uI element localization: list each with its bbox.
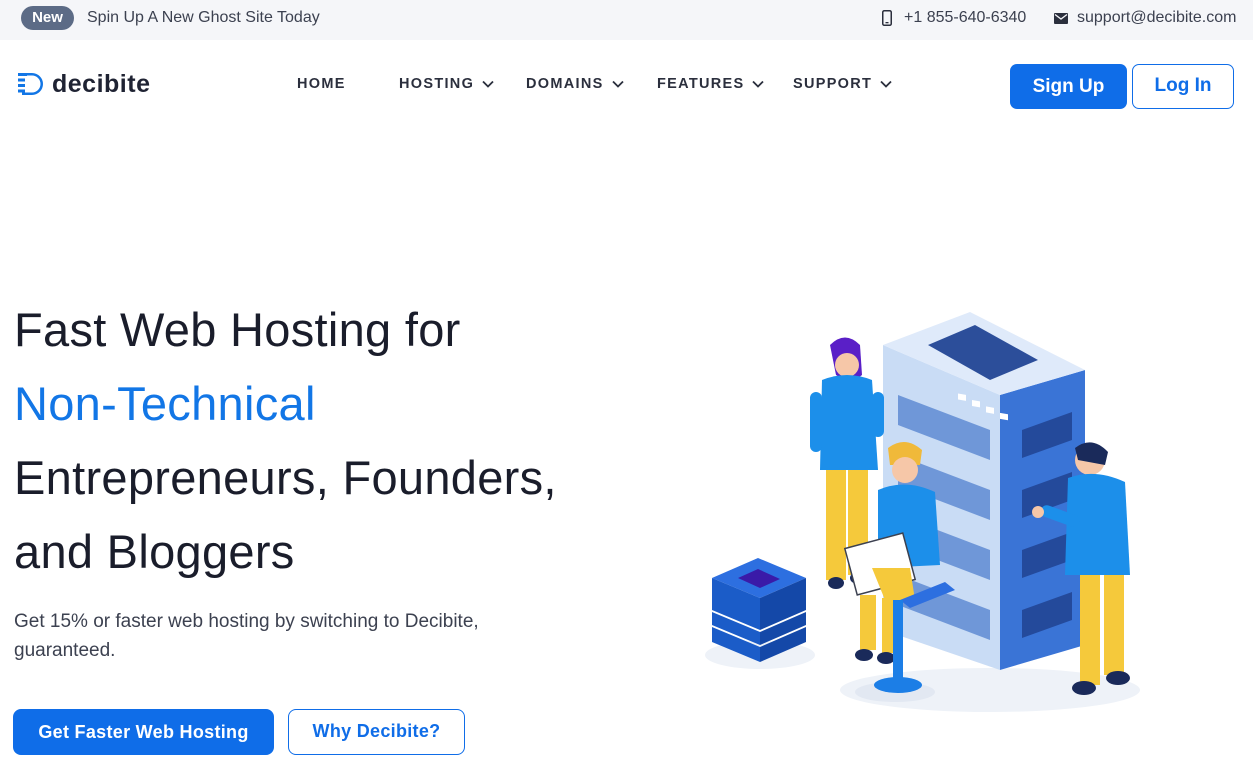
mail-icon [1054, 13, 1068, 24]
hero-title-line-1: Fast Web Hosting for [14, 303, 461, 356]
nav-features[interactable]: FEATURES [657, 76, 765, 92]
hero-title-line-4: and Bloggers [14, 525, 295, 578]
chevron-down-icon [611, 80, 624, 88]
nav-hosting[interactable]: HOSTING [399, 76, 494, 92]
nav-hosting-label: HOSTING [399, 76, 475, 92]
hero-title-line-2: Non-Technical [14, 377, 316, 430]
hero-subtitle: Get 15% or faster web hosting by switchi… [14, 611, 479, 661]
logo-icon[interactable] [18, 72, 46, 96]
nav-home-label: HOME [297, 76, 346, 92]
chevron-down-icon [880, 80, 892, 88]
email-link[interactable]: support@decibite.com [1077, 9, 1236, 27]
phone-icon [882, 10, 892, 26]
sign-up-button[interactable]: Sign Up [1010, 64, 1127, 109]
log-in-button[interactable]: Log In [1132, 64, 1234, 109]
nav-features-label: FEATURES [657, 76, 745, 92]
nav-support-label: SUPPORT [793, 76, 873, 92]
nav-support[interactable]: SUPPORT [793, 76, 892, 92]
chevron-down-icon [482, 80, 494, 88]
nav-domains[interactable]: DOMAINS [526, 76, 624, 92]
nav-home[interactable]: HOME [297, 76, 346, 92]
top-bar: New Spin Up A New Ghost Site Today +1 85… [0, 0, 1253, 40]
logo-text[interactable]: decibite [52, 70, 150, 99]
hero-title-line-3: Entrepreneurs, Founders, [14, 451, 557, 504]
phone-link[interactable]: +1 855-640-6340 [904, 9, 1026, 27]
why-decibite-button[interactable]: Why Decibite? [288, 709, 465, 755]
get-faster-hosting-button[interactable]: Get Faster Web Hosting [13, 709, 274, 755]
new-badge: New [21, 6, 74, 30]
hero-server-illustration [705, 312, 1140, 712]
nav-domains-label: DOMAINS [526, 76, 604, 92]
promo-link[interactable]: Spin Up A New Ghost Site Today [87, 9, 320, 27]
chevron-down-icon [752, 80, 765, 88]
